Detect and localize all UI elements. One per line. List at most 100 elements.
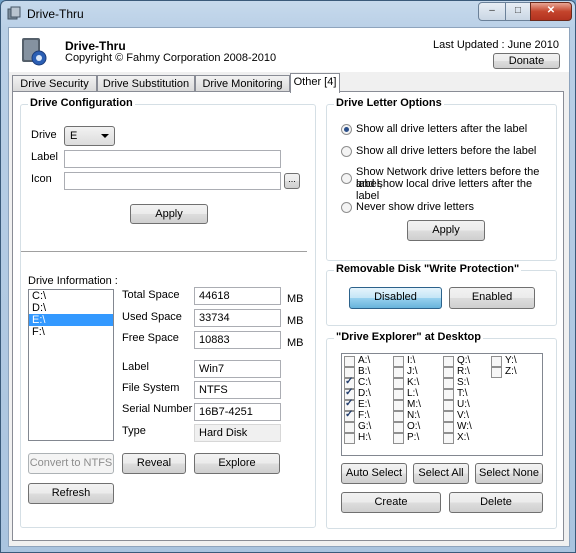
drive-checkbox-label[interactable]: Q:\	[457, 355, 470, 366]
drive-checkbox[interactable]	[491, 367, 502, 378]
explore-button[interactable]: Explore	[194, 453, 280, 474]
drive-checkbox-label[interactable]: C:\	[358, 377, 371, 388]
list-item[interactable]: D:\	[29, 302, 113, 314]
app-header: Drive-Thru Copyright © Fahmy Corporation…	[9, 28, 569, 72]
write-protection-enabled-button[interactable]: Enabled	[449, 287, 535, 309]
client-area: Drive-Thru Copyright © Fahmy Corporation…	[8, 27, 570, 547]
drive-checkbox-label[interactable]: E:\	[358, 399, 370, 410]
drive-checkbox-label[interactable]: K:\	[407, 377, 419, 388]
drive-checkbox[interactable]	[443, 422, 454, 433]
radio-never-show[interactable]	[341, 202, 352, 213]
drive-checkbox[interactable]	[491, 356, 502, 367]
drive-checkbox-label[interactable]: N:\	[407, 410, 420, 421]
convert-to-ntfs-button[interactable]: Convert to NTFS	[28, 453, 114, 474]
tab-drive-substitution[interactable]: Drive Substitution [2]	[97, 75, 195, 106]
drive-checkbox[interactable]	[344, 422, 355, 433]
drive-checkbox[interactable]	[443, 356, 454, 367]
drive-checkbox[interactable]	[443, 411, 454, 422]
delete-button[interactable]: Delete	[449, 492, 543, 513]
donate-button[interactable]: Donate	[493, 53, 560, 69]
app-window: Drive-Thru – □ ✕ Drive-Thru Copyright © …	[0, 0, 576, 553]
drive-checkbox[interactable]	[393, 356, 404, 367]
minimize-button[interactable]: –	[478, 2, 506, 21]
drive-checkbox-label[interactable]: J:\	[407, 366, 418, 377]
drive-checkbox[interactable]	[344, 409, 355, 422]
option-before-label[interactable]: Show all drive letters before the label	[356, 145, 536, 157]
drive-checkbox[interactable]	[393, 378, 404, 389]
option-local-after[interactable]: and show local drive letters after the l…	[356, 178, 556, 202]
drive-checkbox-label[interactable]: R:\	[457, 366, 470, 377]
drive-checkbox-label[interactable]: B:\	[358, 366, 370, 377]
select-none-button[interactable]: Select None	[475, 463, 543, 484]
drive-checkbox[interactable]	[393, 411, 404, 422]
drive-checkbox-label[interactable]: V:\	[457, 410, 469, 421]
icon-path-field[interactable]	[64, 172, 281, 190]
drive-checkbox-label[interactable]: Y:\	[505, 355, 517, 366]
drive-checkbox-label[interactable]: L:\	[407, 388, 418, 399]
drive-checkbox-label[interactable]: X:\	[457, 432, 469, 443]
drive-checkbox-label[interactable]: M:\	[407, 399, 421, 410]
option-never-show[interactable]: Never show drive letters	[356, 201, 474, 213]
create-button[interactable]: Create	[341, 492, 441, 513]
used-space-label: Used Space	[122, 311, 182, 323]
drive-checkbox[interactable]	[443, 400, 454, 411]
refresh-button[interactable]: Refresh	[28, 483, 114, 504]
type-label: Type	[122, 425, 146, 437]
drive-checkbox-label[interactable]: I:\	[407, 355, 415, 366]
drive-checkbox-label[interactable]: P:\	[407, 432, 419, 443]
drive-checkbox-label[interactable]: Z:\	[505, 366, 517, 377]
drive-checkbox-list: A:\B:\C:\D:\E:\F:\G:\H:\ I:\J:\K:\L:\M:\N…	[341, 353, 543, 456]
select-all-button[interactable]: Select All	[413, 463, 469, 484]
title-bar[interactable]: Drive-Thru – □ ✕	[1, 1, 575, 27]
serial-number-value: 16B7-4251	[194, 403, 281, 421]
type-value: Hard Disk	[194, 424, 281, 442]
radio-before-label[interactable]	[341, 146, 352, 157]
drive-checkbox[interactable]	[443, 433, 454, 444]
drive-checkbox-label[interactable]: H:\	[358, 432, 371, 443]
drive-checkbox[interactable]	[443, 389, 454, 400]
maximize-button[interactable]: □	[505, 2, 531, 21]
drive-checkbox-label[interactable]: A:\	[358, 355, 370, 366]
drive-checkbox-label[interactable]: O:\	[407, 421, 420, 432]
list-item[interactable]: F:\	[29, 326, 113, 338]
drive-checkbox-label[interactable]: T:\	[457, 388, 468, 399]
option-after-label[interactable]: Show all drive letters after the label	[356, 123, 527, 135]
list-item-selected[interactable]: E:\	[29, 314, 113, 326]
drive-checkbox[interactable]	[393, 422, 404, 433]
drive-checkbox[interactable]	[393, 433, 404, 444]
write-protection-disabled-button[interactable]: Disabled	[349, 287, 442, 309]
drive-explorer-title: "Drive Explorer" at Desktop	[334, 331, 483, 343]
tab-drive-security[interactable]: Drive Security [1]	[12, 75, 97, 106]
auto-select-button[interactable]: Auto Select	[341, 463, 407, 484]
drive-list[interactable]: C:\ D:\ E:\ F:\	[28, 289, 114, 441]
drive-checkbox[interactable]	[443, 378, 454, 389]
tab-other[interactable]: Other [4]	[290, 73, 340, 93]
browse-icon-button[interactable]: ...	[284, 173, 300, 189]
list-item[interactable]: C:\	[29, 290, 113, 302]
drive-checkbox[interactable]	[393, 400, 404, 411]
close-button[interactable]: ✕	[530, 2, 572, 21]
drive-checkbox[interactable]	[443, 367, 454, 378]
radio-after-label[interactable]	[341, 124, 352, 135]
label-field[interactable]	[64, 150, 281, 168]
tab-drive-monitoring[interactable]: Drive Monitoring [3]	[195, 75, 290, 106]
drive-letter-options-group: Drive Letter Options Show all drive lett…	[326, 97, 557, 261]
drive-checkbox-label[interactable]: G:\	[358, 421, 371, 432]
drive-select[interactable]: E	[64, 126, 115, 146]
drive-checkbox[interactable]	[344, 356, 355, 367]
drive-checkbox[interactable]	[393, 367, 404, 378]
copyright-text: Copyright © Fahmy Corporation 2008-2010	[65, 52, 277, 64]
icon-label: Icon	[31, 173, 52, 185]
drive-checkbox[interactable]	[393, 389, 404, 400]
drive-checkbox-label[interactable]: S:\	[457, 377, 469, 388]
drive-checkbox-label[interactable]: W:\	[457, 421, 472, 432]
radio-network-before-local-after[interactable]	[341, 173, 352, 184]
drive-checkbox-label[interactable]: D:\	[358, 388, 371, 399]
drive-checkbox[interactable]	[344, 433, 355, 444]
drive-checkbox-label[interactable]: U:\	[457, 399, 470, 410]
letter-options-apply-button[interactable]: Apply	[407, 220, 485, 241]
drive-checkbox-label[interactable]: F:\	[358, 410, 370, 421]
reveal-button[interactable]: Reveal	[122, 453, 186, 474]
write-protection-title: Removable Disk "Write Protection"	[334, 263, 522, 275]
config-apply-button[interactable]: Apply	[130, 204, 208, 224]
